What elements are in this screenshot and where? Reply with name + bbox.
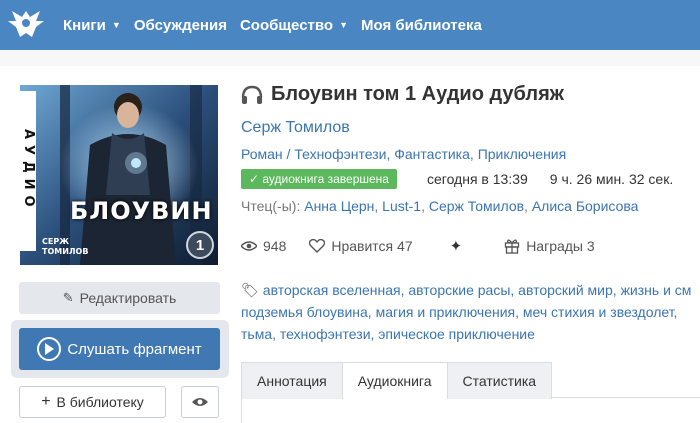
tags-text[interactable]: авторская вселенная, авторские расы, авт… <box>263 282 692 298</box>
listen-fragment-button[interactable]: Слушать фрагмент <box>19 328 220 370</box>
cover-volume-badge: 1 <box>186 231 214 259</box>
cover-author: СЕРЖ ТОМИЛОВ <box>42 237 89 256</box>
tab-panel <box>241 399 700 423</box>
eagle-logo-icon[interactable] <box>2 0 50 50</box>
nav-community-label: Сообщество <box>239 16 334 34</box>
edit-button-label: Редактировать <box>79 290 177 306</box>
likes-label: Нравится <box>331 238 394 254</box>
reader-link[interactable]: Серж Томилов <box>429 198 524 214</box>
sparkles-button[interactable]: ✦ <box>450 237 463 255</box>
tag-icon: 🏷 <box>241 282 259 298</box>
readers-label: Чтец(-ы): <box>241 198 301 214</box>
like-button[interactable]: Нравится 47 <box>309 238 413 254</box>
audio-duration: 9 ч. 26 мин. 32 сек. <box>549 171 674 187</box>
plus-icon: + <box>41 393 51 410</box>
status-row: ✓ аудиокнига завершена сегодня в 13:39 9… <box>241 169 673 189</box>
caret-down-icon: ▼ <box>111 20 121 30</box>
eye-icon <box>192 398 208 406</box>
nav-my-library[interactable]: Моя библиотека <box>361 17 482 34</box>
status-badge-text: аудиокнига завершена <box>262 172 389 186</box>
genre-link[interactable]: Технофэнтези <box>294 146 386 162</box>
awards-stat[interactable]: Награды 3 <box>504 238 595 254</box>
cover-volume-number: 1 <box>195 236 205 254</box>
tags-line[interactable]: подземья блоувина, магия и приключения, … <box>241 301 700 323</box>
likes-count: 47 <box>397 238 413 254</box>
listen-fragment-label: Слушать фрагмент <box>67 340 202 358</box>
updated-time: сегодня в 13:39 <box>426 171 528 187</box>
views-count: 948 <box>263 238 287 254</box>
nav-discussions[interactable]: Обсуждения <box>134 17 227 34</box>
caret-down-icon: ▼ <box>339 20 348 30</box>
awards-count: 3 <box>586 238 595 254</box>
eye-icon <box>241 241 257 251</box>
genres-line: Роман / Технофэнтези, Фантастика, Приклю… <box>241 146 567 162</box>
tab-annotation[interactable]: Аннотация <box>241 362 343 400</box>
sparkles-icon: ✦ <box>449 238 463 255</box>
reader-link[interactable]: Анна Церн <box>304 198 374 214</box>
genre-link[interactable]: Приключения <box>478 146 567 162</box>
reader-link[interactable]: Алиса Борисова <box>532 198 639 214</box>
tab-audiobook[interactable]: Аудиокнига <box>341 362 448 400</box>
book-title: Блоувин том 1 Аудио дубляж <box>241 83 564 106</box>
genre-link[interactable]: Фантастика <box>394 146 470 162</box>
tab-annotation-label: Аннотация <box>257 373 327 389</box>
add-to-library-button[interactable]: + В библиотеку <box>19 386 166 418</box>
nav-discussions-label: Обсуждения <box>133 16 227 34</box>
book-tabs: Аннотация Аудиокнига Статистика <box>241 362 700 400</box>
top-navbar: Книги ▼ Обсуждения Сообщество ▼ Моя библ… <box>0 0 700 50</box>
book-author-link[interactable]: Серж Томилов <box>241 119 350 137</box>
tags-line[interactable]: тьма, технофэнтези, эпическое приключени… <box>241 323 700 345</box>
nav-books[interactable]: Книги ▼ <box>63 17 121 34</box>
cover-vertical-text: АУДИО <box>20 91 36 251</box>
awards-label: Награды <box>526 238 583 254</box>
reader-link[interactable]: Lust-1 <box>382 198 421 214</box>
book-cover[interactable]: АУДИО БЛОУВИН СЕРЖ ТОМИЛОВ 1 <box>20 85 218 265</box>
pencil-icon: ✎ <box>62 290 74 305</box>
genre-link[interactable]: Роман <box>241 146 283 162</box>
watch-button[interactable] <box>181 386 219 418</box>
stats-row: 948 Нравится 47 ✦ Награды 3 <box>241 237 595 255</box>
tab-statistics-label: Статистика <box>462 373 537 389</box>
tab-statistics[interactable]: Статистика <box>446 362 553 400</box>
gift-icon <box>505 239 520 254</box>
tags-block: 🏷 авторская вселенная, авторские расы, ав… <box>241 279 700 345</box>
tab-audiobook-label: Аудиокнига <box>357 373 432 389</box>
book-title-text: Блоувин том 1 Аудио дубляж <box>271 83 564 105</box>
add-to-library-label: В библиотеку <box>56 394 144 410</box>
status-badge: ✓ аудиокнига завершена <box>241 169 397 189</box>
tags-line[interactable]: 🏷 авторская вселенная, авторские расы, ав… <box>241 279 700 301</box>
play-icon <box>37 337 62 361</box>
edit-button[interactable]: ✎ Редактировать <box>19 282 220 314</box>
heart-icon <box>309 239 326 253</box>
views-stat: 948 <box>241 238 286 254</box>
check-icon: ✓ <box>249 172 263 186</box>
headphones-icon <box>241 85 263 104</box>
cover-title: БЛОУВИН <box>70 197 213 225</box>
readers-line: Чтец(-ы): Анна Церн, Lust-1, Серж Томило… <box>241 198 639 214</box>
nav-my-library-label: Моя библиотека <box>361 16 482 34</box>
nav-books-label: Книги <box>63 16 106 34</box>
nav-community[interactable]: Сообщество ▼ <box>240 17 348 34</box>
